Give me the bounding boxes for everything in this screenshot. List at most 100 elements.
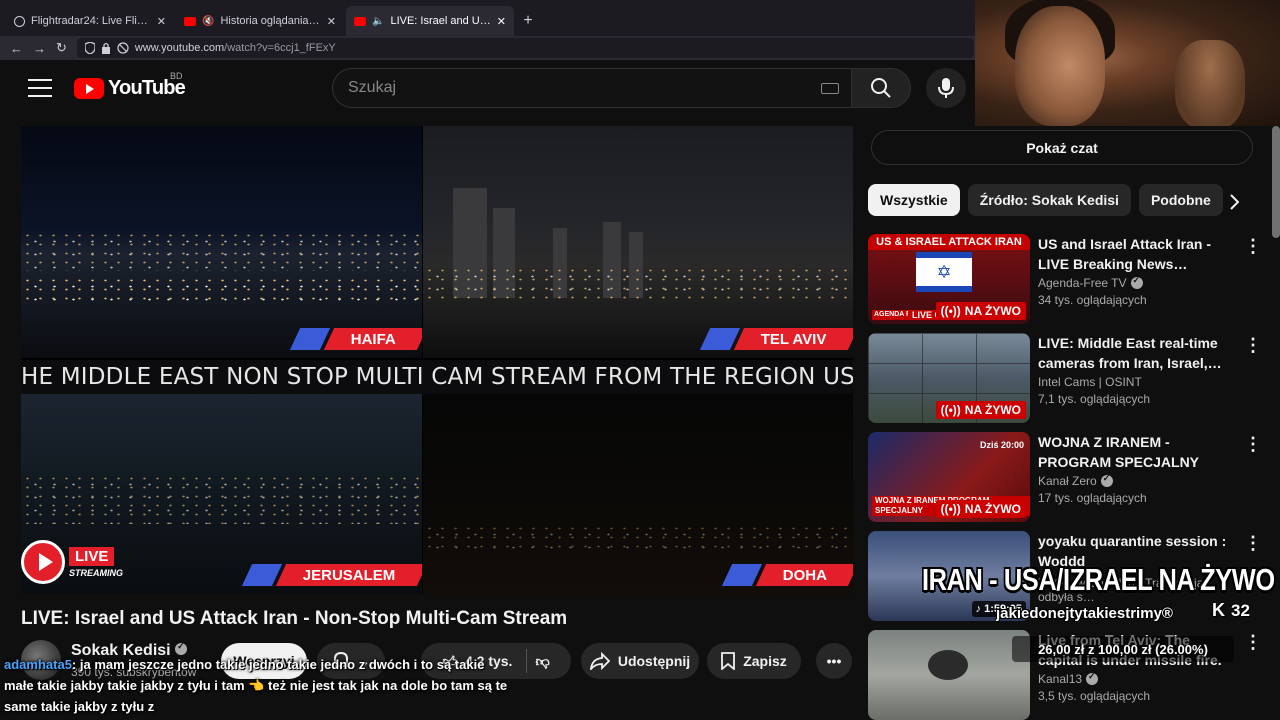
live-broadcast-icon: ((•)) (940, 304, 961, 318)
filter-chips: Wszystkie Źródło: Sokak Kedisi Podobne (868, 184, 1223, 216)
live-badge-text: NA ŻYWO (964, 502, 1021, 516)
cam-haifa: HAIFA (21, 126, 422, 358)
city-lights (423, 524, 853, 554)
kick-viewer-count: K 32 (1212, 600, 1250, 621)
tab-title: Flightradar24: Live Flight Tracke (31, 15, 151, 27)
chip-source[interactable]: Źródło: Sokak Kedisi (967, 184, 1131, 216)
more-horizontal-icon: ••• (826, 653, 842, 669)
close-tab-icon[interactable]: ✕ (497, 15, 506, 28)
video-player[interactable]: HAIFA TEL AVIV HE MIDDLE EAST NON STOP M… (21, 126, 853, 594)
recommendation-channel[interactable]: Kanal13 (1038, 671, 1238, 686)
thumbs-down-icon[interactable]: 👎︎ (535, 653, 549, 670)
recommendation-title[interactable]: US and Israel Attack Iran - LIVE Breakin… (1038, 234, 1238, 274)
youtube-icon (354, 16, 366, 26)
verified-icon (1100, 473, 1113, 487)
flightradar-icon (14, 15, 25, 27)
page-scrollbar[interactable] (1272, 126, 1280, 238)
recommendation-thumbnail[interactable]: ((•)) NA ŻYWO (868, 333, 1030, 423)
cam-tel-aviv: TEL AVIV (423, 126, 853, 358)
chips-next-button[interactable] (1218, 186, 1250, 218)
menu-icon[interactable] (28, 79, 52, 97)
keyboard-icon[interactable] (821, 82, 839, 94)
lock-icon[interactable] (101, 42, 111, 54)
share-button[interactable]: Udostępnij (581, 643, 699, 679)
recommendation-channel[interactable]: Intel Cams | OSINT (1038, 375, 1238, 389)
israel-flag-icon: ✡ (916, 252, 972, 292)
search-icon (871, 78, 891, 98)
search-input[interactable] (348, 79, 821, 97)
tab-live-video[interactable]: 🔈 LIVE: Israel and US Attack Iran ✕ (346, 6, 514, 36)
webcam-person (1175, 40, 1245, 126)
music-note-icon: ♪ (975, 603, 985, 615)
chat-message: : ja mam jeszcze jedno takie jedno takie… (71, 657, 485, 672)
thumb-date: Dziś 20:00 (979, 440, 1024, 450)
chat-message: małe takie jakby takie jakby z tyłu i ta… (4, 678, 508, 693)
donation-goal: 26,00 zł z 100,00 zł (26.00%) (1012, 636, 1234, 662)
live-streaming-badge: LIVE STREAMING (21, 540, 123, 584)
more-actions-button[interactable]: ••• (816, 643, 852, 679)
recommendation-meta: 17 tys. oglądających (1038, 491, 1147, 505)
play-circle-icon (21, 540, 65, 584)
forward-icon[interactable]: → (33, 41, 46, 56)
recommendation-thumbnail[interactable]: US & ISRAEL ATTACK IRAN ✡ AGENDA FREE LI… (868, 234, 1030, 324)
recommendation-item[interactable]: ((•)) NA ŻYWO LIVE: Middle East real-time… (868, 333, 1268, 425)
search-button[interactable] (851, 68, 911, 108)
city-label: TEL AVIV (700, 328, 853, 350)
city-name: TEL AVIV (761, 330, 827, 348)
shield-icon[interactable] (84, 42, 95, 54)
label-stripe (721, 564, 762, 586)
live-badge: ((•)) NA ŻYWO (935, 500, 1026, 518)
recommendation-channel[interactable]: Kanał Zero (1038, 473, 1238, 488)
recommendation-title[interactable]: WOJNA Z IRANEM - PROGRAM SPECJALNY (1038, 432, 1238, 472)
url-host: www.youtube.com (134, 42, 225, 54)
close-tab-icon[interactable]: ✕ (327, 15, 336, 28)
url-bar[interactable]: www.youtube.com/watch?v=6ccj1_fFExY (76, 38, 974, 58)
recommendation-title[interactable]: LIVE: Middle East real-time cameras from… (1038, 333, 1238, 373)
reload-icon[interactable]: ↻ (56, 40, 67, 56)
webcam-face (1015, 6, 1105, 126)
url-path: /watch?v=6ccj1_fFExY (224, 42, 336, 54)
browser-tab-bar: Flightradar24: Live Flight Tracke ✕ 🔇 Hi… (0, 0, 980, 36)
share-icon (589, 652, 610, 670)
recommendation-item[interactable]: Dziś 20:00 WOJNA Z IRANEM PROGRAM SPECJA… (868, 432, 1268, 524)
chat-message: same takie jakby z tyłu z (4, 699, 155, 714)
tab-title: LIVE: Israel and US Attack Iran (390, 15, 490, 27)
city-label: HAIFA (289, 328, 422, 350)
chat-username: adamhata5 (4, 657, 72, 672)
recommendation-item[interactable]: US & ISRAEL ATTACK IRAN ✡ AGENDA FREE LI… (868, 234, 1268, 326)
more-vertical-icon[interactable]: ⋮ (1244, 236, 1262, 257)
chip-related[interactable]: Podobne (1138, 184, 1223, 216)
more-vertical-icon[interactable]: ⋮ (1244, 632, 1262, 653)
microphone-icon (938, 78, 954, 98)
speaker-icon[interactable]: 🔈 (372, 16, 384, 27)
show-chat-button[interactable]: Pokaż czat (871, 130, 1253, 165)
more-vertical-icon[interactable]: ⋮ (1244, 533, 1262, 554)
close-tab-icon[interactable]: ✕ (157, 15, 166, 28)
live-badge-text: NA ŻYWO (964, 304, 1021, 318)
recommendation-channel[interactable]: Agenda-Free TV (1038, 275, 1238, 290)
thumb-header: US & ISRAEL ATTACK IRAN (868, 234, 1030, 250)
chip-all[interactable]: Wszystkie (868, 184, 960, 216)
youtube-logo[interactable]: YouTube BD (74, 71, 186, 100)
recommendation-thumbnail[interactable]: Dziś 20:00 WOJNA Z IRANEM PROGRAM SPECJA… (868, 432, 1030, 522)
back-icon[interactable]: ← (10, 41, 23, 56)
more-vertical-icon[interactable]: ⋮ (1244, 335, 1262, 356)
muted-speaker-icon[interactable]: 🔇 (202, 16, 214, 27)
permissions-icon[interactable] (117, 42, 129, 54)
new-tab-button[interactable]: + (516, 6, 540, 36)
youtube-play-icon (74, 78, 104, 99)
city-label: JERUSALEM (242, 564, 422, 586)
voice-search-button[interactable] (926, 68, 966, 108)
city-label: DOHA (721, 564, 853, 586)
save-button[interactable]: Zapisz (707, 643, 801, 679)
live-badge: ((•)) NA ŻYWO (935, 302, 1026, 320)
recommendation-meta: 34 tys. oglądających (1038, 293, 1147, 307)
ticker-text: HE MIDDLE EAST NON STOP MULTI CAM STREAM… (21, 364, 853, 390)
youtube-header: YouTube BD (0, 60, 980, 116)
chevron-right-icon (1230, 194, 1239, 210)
more-vertical-icon[interactable]: ⋮ (1244, 434, 1262, 455)
tab-history[interactable]: 🔇 Historia oglądania - YouTube ✕ (176, 6, 344, 36)
live-broadcast-icon: ((•)) (940, 403, 961, 417)
recommendation-thumbnail[interactable] (868, 630, 1030, 720)
tab-flightradar[interactable]: Flightradar24: Live Flight Tracke ✕ (6, 6, 174, 36)
